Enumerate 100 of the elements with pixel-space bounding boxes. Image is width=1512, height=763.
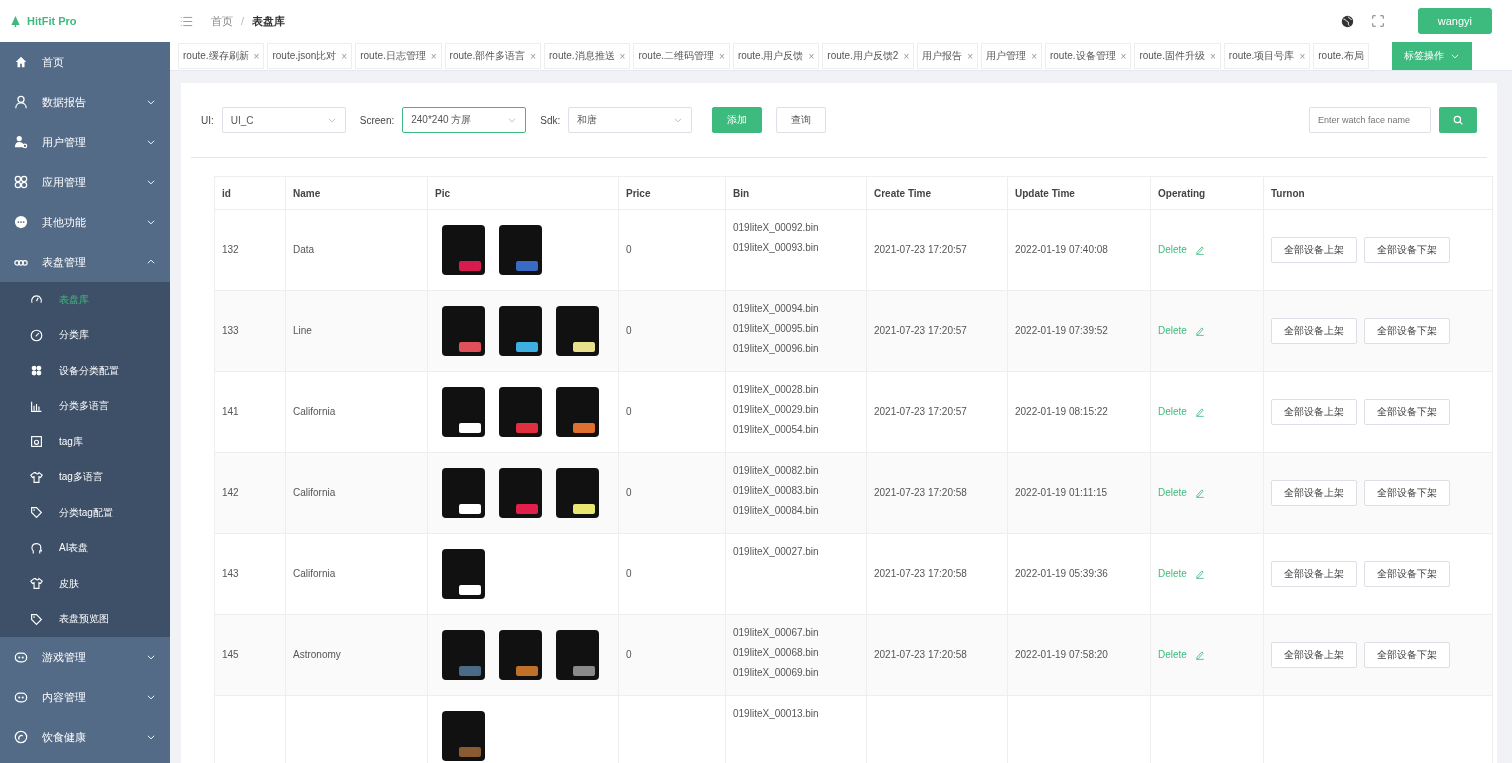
sidebar-subitem[interactable]: 分类库: [0, 317, 170, 353]
sidebar-subitem[interactable]: 皮肤: [0, 566, 170, 602]
table-cell: 132: [222, 244, 239, 255]
table-cell: 0: [626, 568, 632, 579]
dropdown-field[interactable]: UI_C: [221, 107, 346, 133]
query-button[interactable]: 查询: [776, 107, 827, 133]
tab[interactable]: route.项目号库 ×: [1223, 43, 1311, 69]
globe-icon[interactable]: [1340, 14, 1354, 28]
sidebar-item[interactable]: 表盘管理: [0, 242, 170, 282]
sidebar-subitem[interactable]: tag多语言: [0, 459, 170, 495]
edit-icon[interactable]: [1194, 650, 1205, 660]
edit-icon[interactable]: [1194, 488, 1205, 498]
table-cell: 2021-07-23 17:20:57: [874, 244, 967, 255]
publish-all-button[interactable]: 全部设备上架: [1271, 480, 1357, 506]
tab[interactable]: route.部件多语言 ×: [444, 43, 542, 69]
publish-all-button[interactable]: 全部设备上架: [1271, 237, 1357, 263]
tag-square-icon: [30, 435, 43, 449]
column-header: Create Time: [866, 176, 1008, 210]
tab[interactable]: route.固件升级 ×: [1134, 43, 1221, 69]
chevron-icon: [1450, 51, 1460, 61]
table-cell: Line: [293, 325, 312, 336]
file-name: 019liteX_00068.bin: [733, 646, 820, 660]
file-name: 019liteX_00029.bin: [733, 403, 820, 417]
sidebar-item[interactable]: 首页: [0, 42, 170, 82]
sidebar-subitem[interactable]: 分类多语言: [0, 388, 170, 424]
column-header: Turnon: [1263, 176, 1493, 210]
sidebar-subitem[interactable]: 设备分类配置: [0, 353, 170, 389]
table-cell: 2022-01-19 08:15:22: [1015, 406, 1108, 417]
menu-icon[interactable]: [180, 14, 193, 28]
robot-icon: [14, 650, 28, 664]
sidebar-subitem[interactable]: 表盘预览图: [0, 601, 170, 637]
user-gear-icon: [14, 135, 28, 149]
tab[interactable]: route.json比对 ×: [267, 43, 353, 69]
table-cell: 145: [222, 649, 239, 660]
tab[interactable]: 用户报告 ×: [917, 43, 979, 69]
sidebar-subitem[interactable]: AI表盘: [0, 530, 170, 566]
unpublish-all-button[interactable]: 全部设备下架: [1364, 480, 1450, 506]
publish-all-button[interactable]: 全部设备上架: [1271, 642, 1357, 668]
table-cell: 2021-07-23 17:20:58: [874, 487, 967, 498]
table-cell: 0: [626, 244, 632, 255]
file-name: 019liteX_00095.bin: [733, 322, 820, 336]
search-icon: [1453, 115, 1463, 125]
edit-icon[interactable]: [1194, 245, 1205, 255]
sidebar-item[interactable]: 应用管理: [0, 162, 170, 202]
sidebar-subitem[interactable]: 表盘库: [0, 282, 170, 318]
edit-icon[interactable]: [1194, 326, 1205, 336]
dropdown-field[interactable]: 和唐: [568, 107, 693, 133]
tab[interactable]: 用户管理 ×: [981, 43, 1042, 69]
publish-all-button[interactable]: 全部设备上架: [1271, 399, 1357, 425]
table-cell: 141: [222, 406, 239, 417]
tab[interactable]: route.消息推送 ×: [544, 43, 631, 69]
file-name: 019liteX_00083.bin: [733, 484, 820, 498]
table-cell: California: [293, 406, 336, 417]
tab[interactable]: route.用户反馈 ×: [732, 43, 820, 69]
unpublish-all-button[interactable]: 全部设备下架: [1364, 642, 1450, 668]
file-name: 019liteX_00092.bin: [733, 221, 820, 235]
sidebar-item[interactable]: 内容管理: [0, 677, 170, 717]
table-cell: 0: [626, 406, 632, 417]
table-cell: 0: [626, 487, 632, 498]
file-name: 019liteX_00096.bin: [733, 342, 820, 356]
sidebar-subitem[interactable]: 分类tag配置: [0, 495, 170, 531]
unpublish-all-button[interactable]: 全部设备下架: [1364, 318, 1450, 344]
file-name: 019liteX_00082.bin: [733, 464, 820, 478]
spiral-icon: [14, 730, 28, 744]
publish-all-button[interactable]: 全部设备上架: [1271, 561, 1357, 587]
robot-icon: [14, 690, 28, 704]
sidebar-item[interactable]: 饮食健康: [0, 717, 170, 757]
tree-icon: [10, 14, 21, 28]
unpublish-all-button[interactable]: 全部设备下架: [1364, 237, 1450, 263]
tab[interactable]: route.用户反馈2 ×: [822, 43, 915, 69]
sidebar-item[interactable]: 数据报告: [0, 82, 170, 122]
fullscreen-icon[interactable]: [1371, 15, 1384, 27]
tab[interactable]: route.二维码管理 ×: [633, 43, 730, 69]
sidebar-item[interactable]: 其他功能: [0, 202, 170, 242]
table-cell: 2022-01-19 07:40:08: [1015, 244, 1108, 255]
edit-icon[interactable]: [1194, 407, 1205, 417]
filter-label: UI:: [201, 114, 214, 126]
unpublish-all-button[interactable]: 全部设备下架: [1364, 561, 1450, 587]
column-header: Price: [618, 176, 726, 210]
person-icon: [14, 95, 28, 109]
file-name: 019liteX_00084.bin: [733, 504, 820, 518]
file-name: 019liteX_00054.bin: [733, 423, 820, 437]
tab[interactable]: route.设备管理 ×: [1044, 43, 1132, 69]
search-button[interactable]: [1439, 107, 1477, 133]
tab[interactable]: route.日志管理 ×: [355, 43, 442, 69]
breadcrumb-item[interactable]: 首页: [211, 13, 233, 29]
tag-icon: [30, 506, 43, 520]
unpublish-all-button[interactable]: 全部设备下架: [1364, 399, 1450, 425]
shirt-icon: [30, 470, 43, 484]
edit-icon[interactable]: [1194, 569, 1205, 579]
search-field[interactable]: Enter watch face name: [1309, 107, 1431, 133]
sidebar-subitem[interactable]: tag库: [0, 424, 170, 460]
sidebar-item[interactable]: 用户管理: [0, 122, 170, 162]
sidebar-item[interactable]: 游戏管理: [0, 637, 170, 677]
file-name: 019liteX_00013.bin: [733, 707, 820, 721]
tab[interactable]: route.缓存刷新 ×: [178, 43, 265, 69]
grid-icon: [14, 175, 28, 189]
publish-all-button[interactable]: 全部设备上架: [1271, 318, 1357, 344]
dropdown-field[interactable]: 240*240 方屏: [402, 107, 527, 133]
tab[interactable]: route.布局: [1313, 43, 1369, 69]
